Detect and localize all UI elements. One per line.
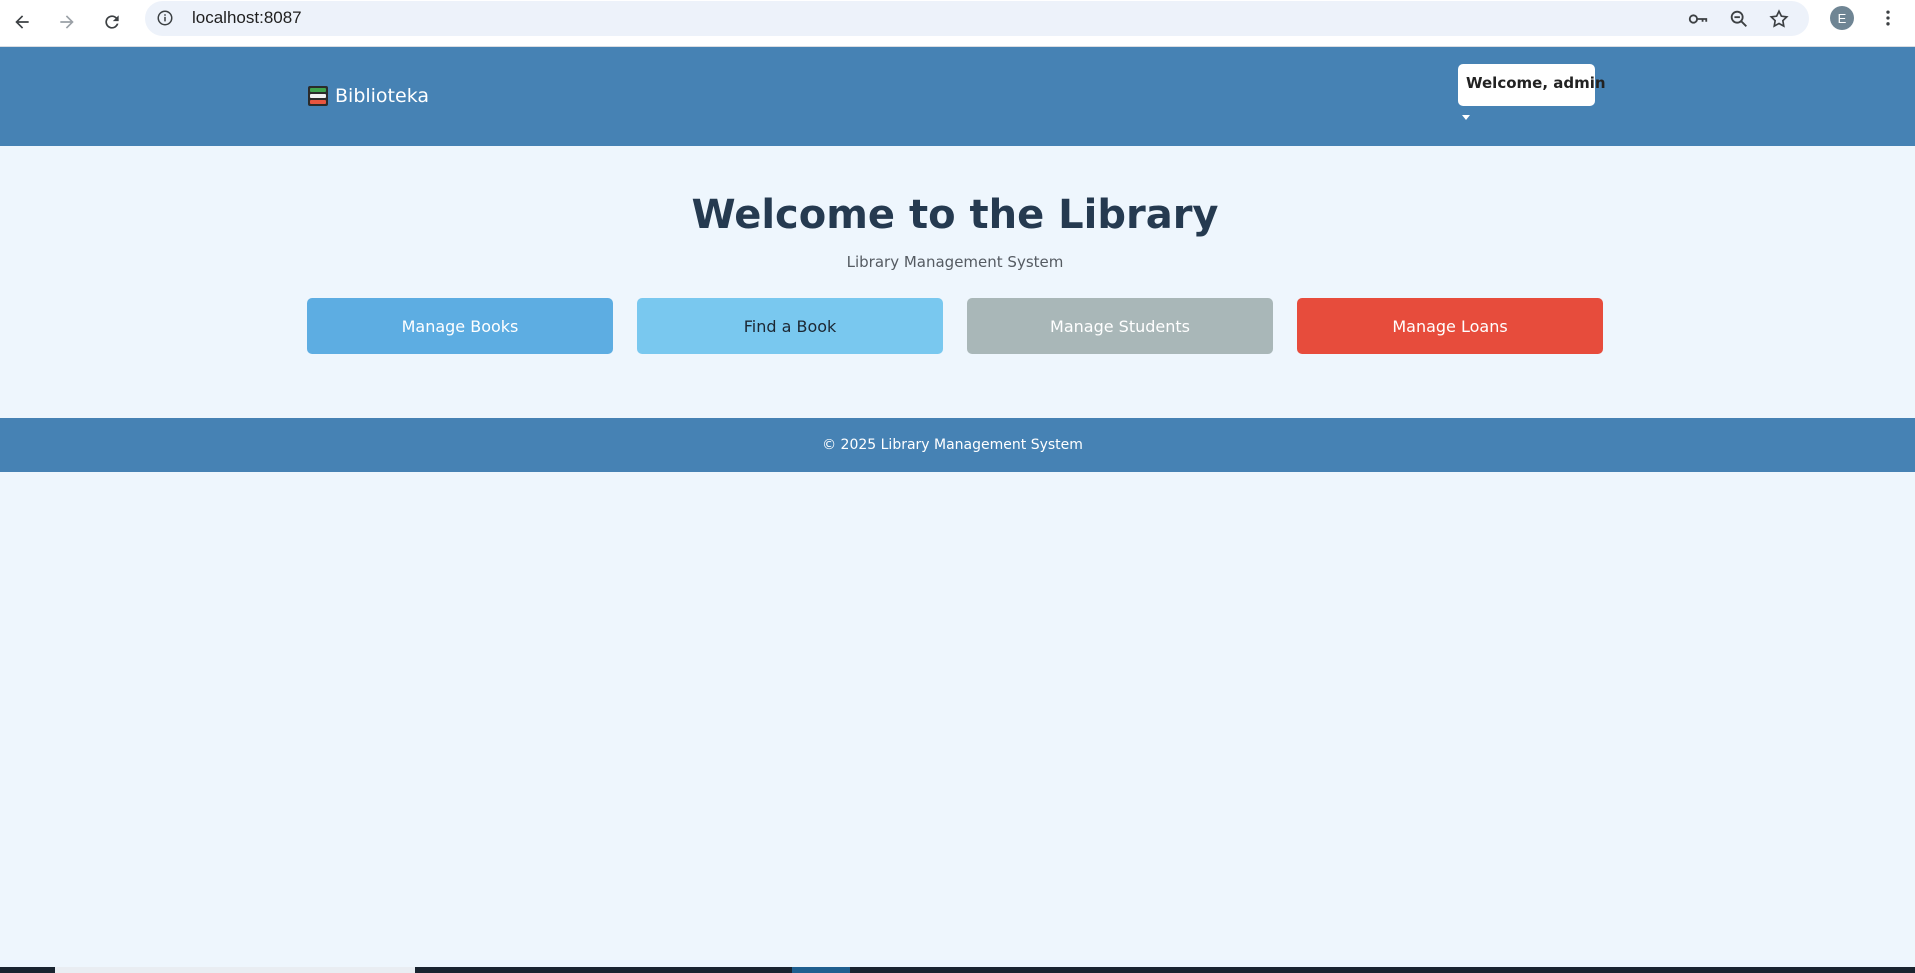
- forward-arrow-icon[interactable]: [50, 5, 84, 39]
- books-icon: [308, 86, 328, 106]
- browser-toolbar: localhost:8087 E: [0, 0, 1915, 47]
- manage-loans-button[interactable]: Manage Loans: [1297, 298, 1603, 354]
- site-info-icon[interactable]: [156, 9, 174, 27]
- find-book-button[interactable]: Find a Book: [637, 298, 943, 354]
- taskbar-item[interactable]: [792, 967, 850, 973]
- manage-books-button[interactable]: Manage Books: [307, 298, 613, 354]
- page-subtitle: Library Management System: [846, 253, 1064, 271]
- footer: © 2025 Library Management System: [0, 418, 1915, 472]
- avatar[interactable]: E: [1830, 6, 1854, 30]
- reload-icon[interactable]: [95, 5, 129, 39]
- user-menu-button[interactable]: Welcome, admin: [1458, 64, 1606, 106]
- page-title: Welcome to the Library: [691, 192, 1219, 238]
- brand-link[interactable]: Biblioteka: [307, 85, 429, 107]
- back-arrow-icon[interactable]: [5, 5, 39, 39]
- manage-students-button[interactable]: Manage Students: [967, 298, 1273, 354]
- password-key-icon[interactable]: [1687, 8, 1709, 30]
- user-menu-label: Welcome, admin: [1466, 74, 1606, 92]
- app-header: Biblioteka Welcome, admin: [0, 47, 1915, 146]
- url-text[interactable]: localhost:8087: [192, 8, 302, 28]
- chevron-down-icon[interactable]: [1462, 115, 1470, 120]
- taskbar: [0, 967, 1915, 973]
- bookmark-star-icon[interactable]: [1768, 8, 1790, 30]
- zoom-icon[interactable]: [1728, 8, 1750, 30]
- more-vert-icon[interactable]: [1878, 6, 1898, 30]
- taskbar-item[interactable]: [55, 967, 415, 973]
- address-bar[interactable]: localhost:8087: [145, 1, 1809, 36]
- footer-text: © 2025 Library Management System: [822, 437, 1083, 453]
- brand-name: Biblioteka: [335, 85, 430, 107]
- action-buttons: Manage Books Find a Book Manage Students…: [307, 298, 1603, 354]
